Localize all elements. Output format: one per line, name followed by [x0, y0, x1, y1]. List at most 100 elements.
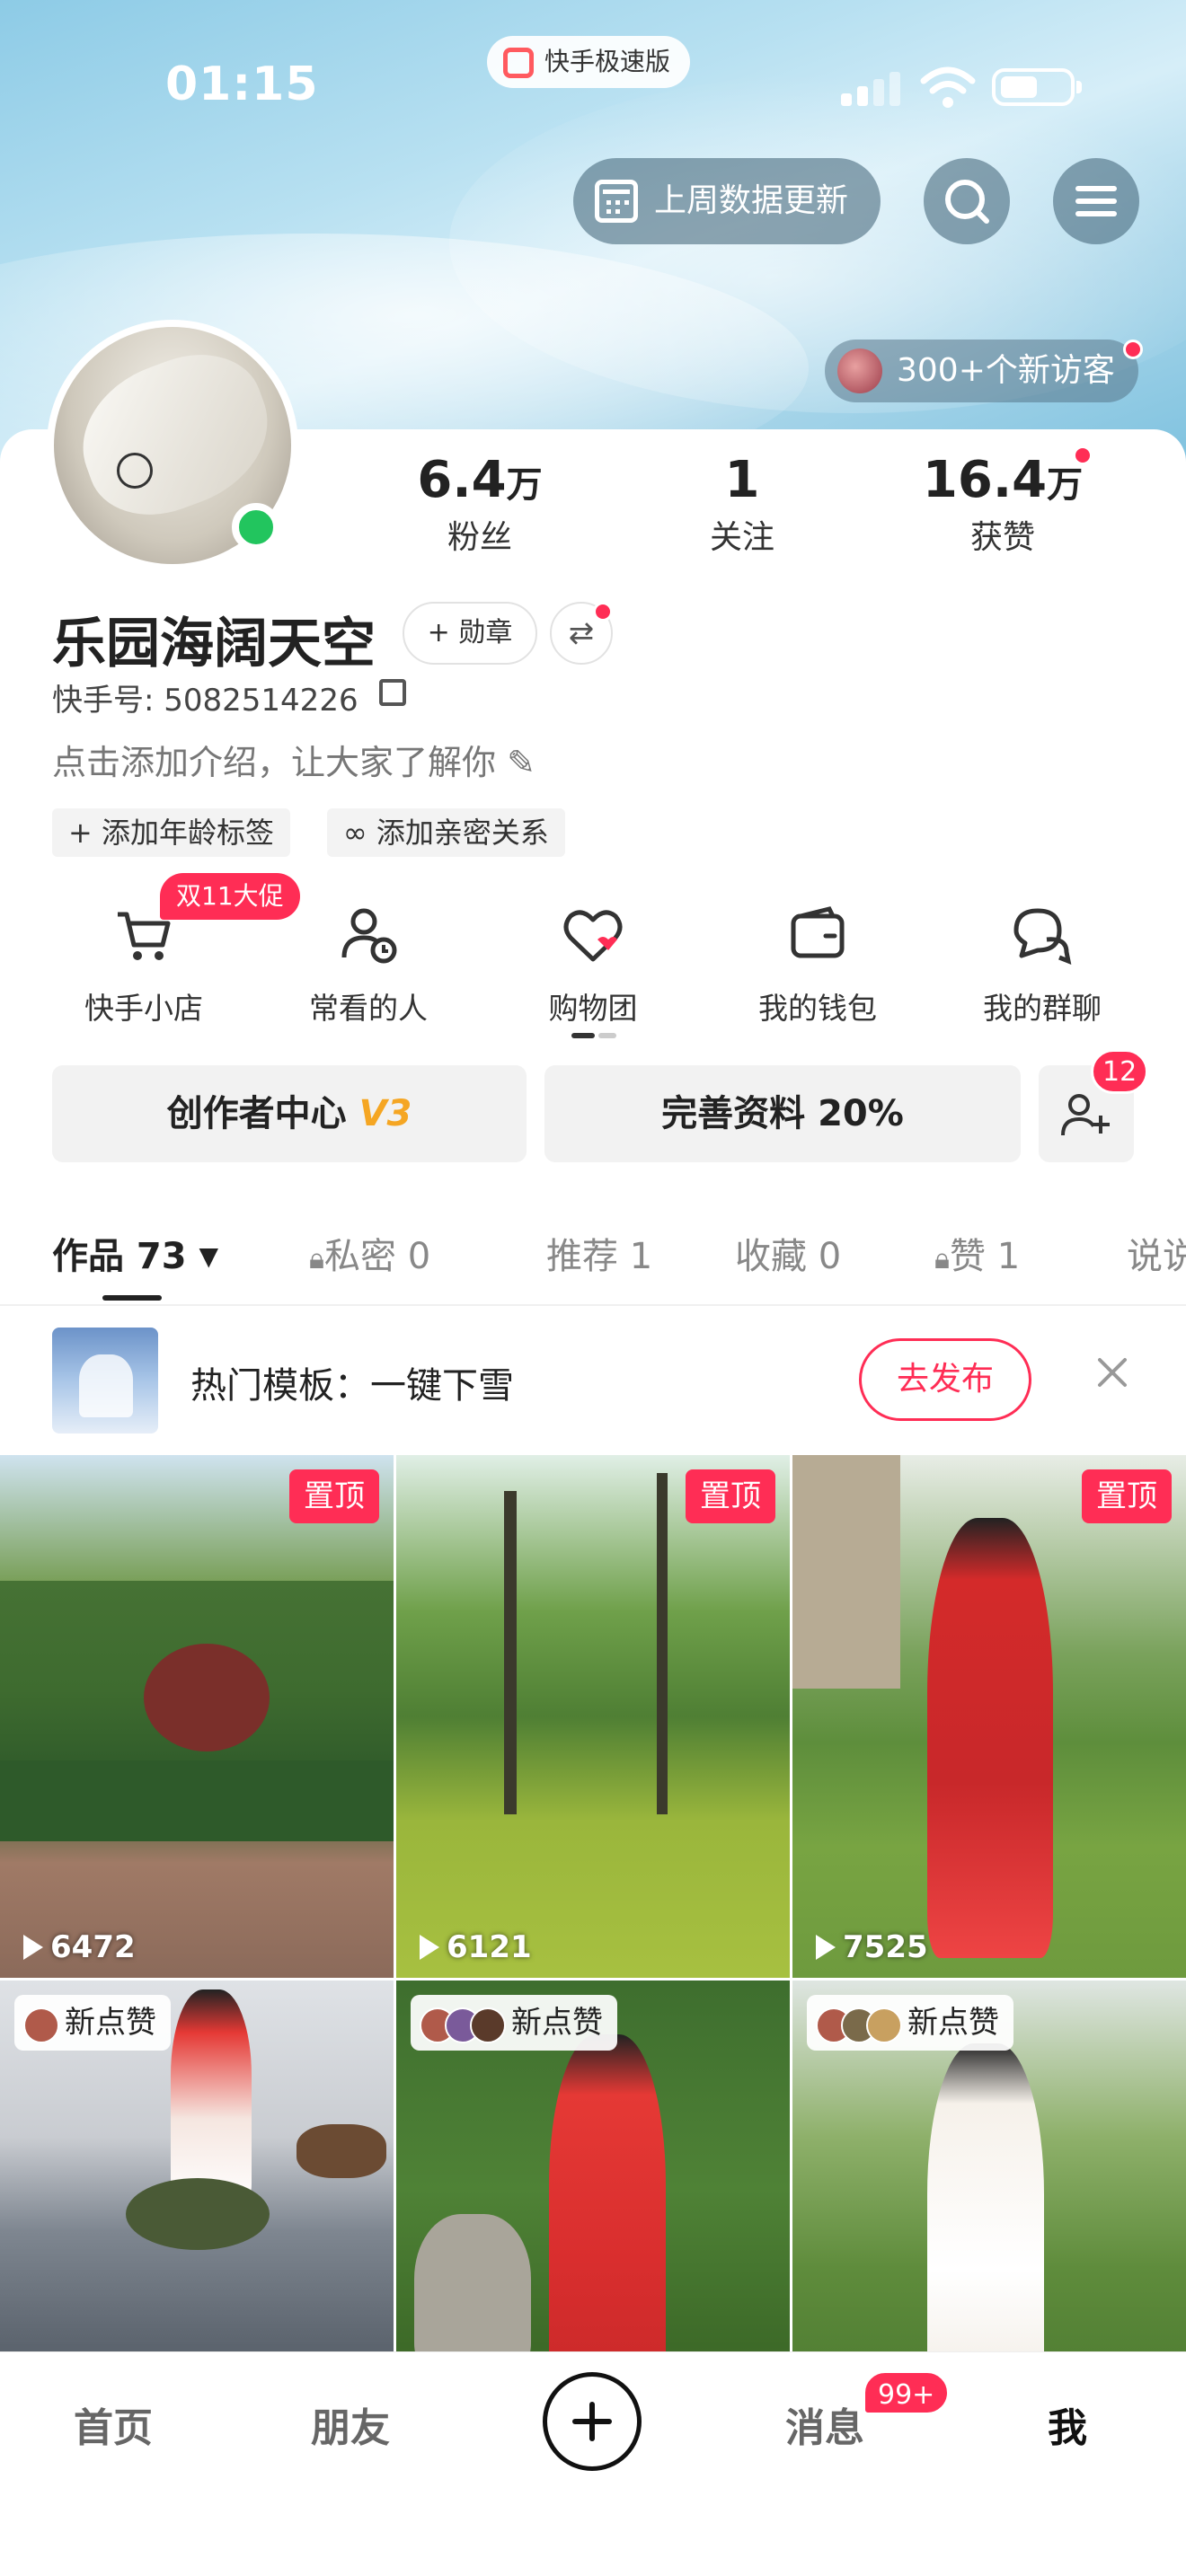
kuaishou-id: 快手号: 5082514226: [52, 683, 358, 719]
active-tab-indicator: [102, 1295, 162, 1301]
tab-works-label: 作品 73: [52, 1236, 187, 1277]
battery-icon: [992, 68, 1082, 106]
shortcut-pager-indicator: [571, 1033, 616, 1038]
new-like-badge: 新点赞: [411, 1995, 617, 2051]
shortcut-group-chat[interactable]: 我的群聊: [961, 904, 1123, 1028]
shortcut-frequent-people-label: 常看的人: [309, 991, 428, 1026]
qr-code-icon[interactable]: [379, 679, 406, 706]
visitor-avatar: [837, 348, 882, 393]
tabs-divider: [0, 1304, 1186, 1306]
add-relationship-label: 添加亲密关系: [376, 816, 549, 850]
new-like-badge: 新点赞: [807, 1995, 1013, 2051]
shortcut-shopping-group-label: 购物团: [548, 991, 638, 1026]
app-indicator-pill[interactable]: 快手极速版: [487, 36, 691, 88]
add-age-tag-button[interactable]: + 添加年龄标签: [52, 808, 290, 857]
publish-template-button[interactable]: 去发布: [859, 1338, 1031, 1421]
tab-private-label: 私密 0: [324, 1236, 431, 1277]
complete-profile-button[interactable]: 完善资料 20%: [544, 1065, 1021, 1162]
close-icon[interactable]: [1094, 1354, 1130, 1390]
video-thumbnail[interactable]: 置顶 6121: [396, 1455, 790, 1978]
friend-request-badge: 12: [1091, 1049, 1149, 1094]
tab-private[interactable]: 🔒︎私密 0: [309, 1227, 430, 1279]
nav-home[interactable]: 首页: [74, 2395, 153, 2453]
user-clock-icon: [341, 908, 397, 964]
search-button[interactable]: [924, 158, 1010, 244]
nav-messages[interactable]: 消息: [785, 2395, 864, 2453]
link-hearts-icon: ∞: [343, 816, 376, 850]
group-chat-icon: [1013, 908, 1072, 966]
following-stat[interactable]: 1 关注: [643, 449, 841, 560]
add-medal-button[interactable]: + 勋章: [403, 602, 537, 665]
likes-notification-dot: [1073, 446, 1093, 465]
liker-avatars: [816, 1997, 902, 2052]
likes-count: 16.4万: [922, 451, 1084, 509]
kuaishou-logo-icon: [503, 48, 534, 78]
tab-works[interactable]: 作品 73 ▼: [52, 1227, 218, 1279]
liker-avatars: [23, 1997, 59, 2052]
new-like-label: 新点赞: [907, 2005, 999, 2041]
add-relationship-button[interactable]: ∞ 添加亲密关系: [327, 808, 565, 857]
video-thumbnail[interactable]: 置顶 6472: [0, 1455, 394, 1978]
play-count: 6121: [420, 1929, 532, 1965]
bottom-navigation: 首页 朋友 消息 99+ 我: [0, 2351, 1186, 2576]
add-intro-link[interactable]: 点击添加介绍，让大家了解你 ✎: [52, 735, 535, 784]
tab-recommended[interactable]: 推荐 1: [546, 1227, 652, 1279]
weekly-data-update-button[interactable]: 上周数据更新: [573, 158, 881, 244]
new-like-label: 新点赞: [65, 2005, 156, 2041]
followers-stat[interactable]: 6.4万 粉丝: [381, 449, 579, 560]
nav-me[interactable]: 我: [1048, 2395, 1087, 2453]
wallet-icon: [791, 906, 845, 958]
pinned-badge: 置顶: [686, 1469, 775, 1523]
shortcut-shop[interactable]: 快手小店: [63, 904, 225, 1028]
tab-favorites[interactable]: 收藏 0: [735, 1227, 841, 1279]
calendar-icon: [595, 180, 638, 223]
swap-arrows-icon: ⇄: [568, 615, 595, 651]
lock-icon: 🔒︎: [934, 1241, 951, 1275]
switch-notification-dot: [593, 602, 613, 622]
new-like-label: 新点赞: [511, 2005, 603, 2041]
dropdown-caret-icon: ▼: [199, 1241, 219, 1271]
play-count: 6472: [23, 1929, 136, 1965]
nav-friends[interactable]: 朋友: [311, 2395, 390, 2453]
app-pill-label: 快手极速版: [544, 47, 671, 76]
creator-center-label: 创作者中心: [166, 1093, 347, 1134]
template-thumbnail[interactable]: [52, 1328, 158, 1434]
menu-button[interactable]: [1053, 158, 1139, 244]
creator-center-button[interactable]: 创作者中心 V3: [52, 1065, 527, 1162]
double11-promo-badge: 双11大促: [160, 873, 300, 920]
hamburger-menu-icon: [1075, 186, 1117, 216]
cellular-signal-icon: [841, 70, 900, 106]
template-banner-text: 热门模板：一键下雪: [190, 1365, 514, 1407]
tab-likes-label: 赞 1: [950, 1236, 1021, 1277]
followers-count: 6.4万: [417, 451, 543, 509]
status-time: 01:15: [165, 57, 319, 111]
edit-pencil-icon: ✎: [507, 743, 535, 782]
intro-text: 点击添加介绍，让大家了解你: [52, 743, 497, 782]
liker-avatars: [420, 1997, 506, 2052]
status-bar: 01:15 快手极速版: [0, 36, 1186, 117]
search-icon: [945, 180, 989, 224]
tab-moments[interactable]: 说说: [1127, 1227, 1186, 1279]
likes-label: 获赞: [969, 519, 1035, 556]
pinned-badge: 置顶: [1082, 1469, 1172, 1523]
pinned-badge: 置顶: [289, 1469, 379, 1523]
likes-stat[interactable]: 16.4万 获赞: [904, 449, 1102, 560]
new-visitors-button[interactable]: 300+个新访客: [825, 340, 1138, 402]
shortcut-wallet[interactable]: 我的钱包: [737, 904, 898, 1028]
following-count: 1: [724, 451, 760, 509]
messages-badge: 99+: [863, 2370, 951, 2415]
tab-likes[interactable]: 🔒︎赞 1: [934, 1227, 1020, 1279]
shortcut-shopping-group[interactable]: 购物团: [512, 904, 674, 1028]
followers-label: 粉丝: [447, 519, 512, 556]
video-thumbnail[interactable]: 置顶 7525: [792, 1455, 1186, 1978]
online-status-dot: [232, 503, 280, 551]
shortcut-frequent-people[interactable]: 常看的人: [288, 904, 449, 1028]
add-user-icon: [1061, 1094, 1110, 1136]
shortcut-group-chat-label: 我的群聊: [983, 991, 1102, 1026]
weekly-data-update-label: 上周数据更新: [654, 182, 849, 219]
creator-level-badge: V3: [358, 1093, 412, 1134]
create-post-button[interactable]: [543, 2372, 642, 2471]
visitors-notification-dot: [1123, 340, 1143, 359]
shortcut-wallet-label: 我的钱包: [758, 991, 877, 1026]
profile-name: 乐园海阔天空: [52, 613, 376, 675]
